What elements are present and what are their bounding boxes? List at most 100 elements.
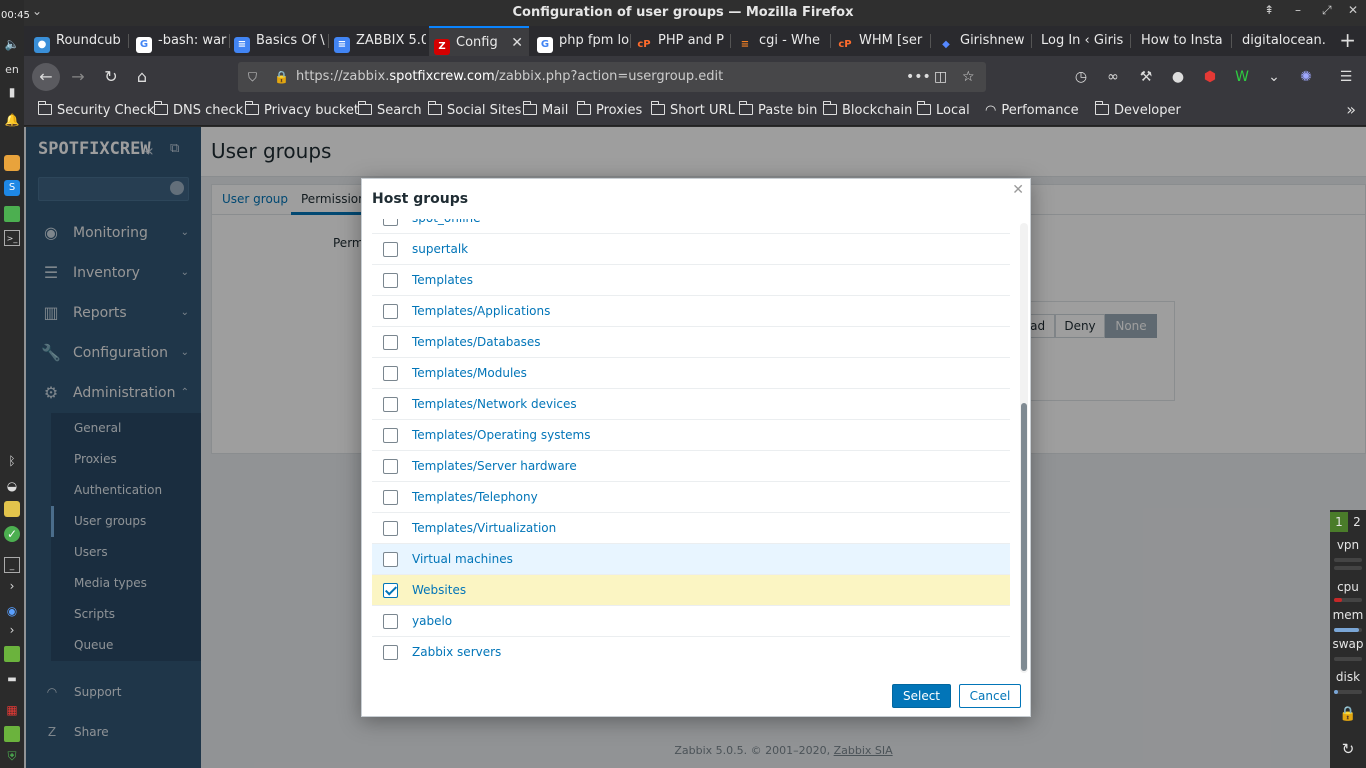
private-mask-icon[interactable]: ∞ — [1103, 67, 1123, 87]
tab-php-and[interactable]: cP PHP and P — [636, 26, 728, 56]
checkbox[interactable] — [383, 552, 398, 567]
tab-how-to-install[interactable]: How to Install — [1141, 26, 1223, 56]
bookmark-paste-bin[interactable]: Paste bin — [739, 101, 817, 118]
list-item[interactable]: spot_online — [372, 219, 1010, 234]
terminal-icon[interactable]: >_ — [4, 230, 20, 246]
list-item[interactable]: Templates — [372, 265, 1010, 296]
list-item[interactable]: Templates/Server hardware — [372, 451, 1010, 482]
list-item[interactable]: Templates/Applications — [372, 296, 1010, 327]
pocket-icon[interactable]: ◫ — [934, 62, 947, 92]
bluetooth-icon[interactable]: ᛒ — [4, 453, 20, 469]
checkbox[interactable] — [383, 219, 398, 226]
list-item[interactable]: Templates/Databases — [372, 327, 1010, 358]
new-tab-plus-icon[interactable]: + — [1339, 28, 1356, 52]
select-button[interactable]: Select — [892, 684, 951, 708]
bookmark-social-sites[interactable]: Social Sites — [428, 101, 521, 118]
modal-close-icon[interactable]: ✕ — [1012, 182, 1024, 198]
tab-log-in-girish[interactable]: Log In ‹ Girish — [1041, 26, 1123, 56]
list-item[interactable]: Virtual machines — [372, 544, 1010, 575]
checkbox[interactable] — [383, 335, 398, 350]
workspace-1[interactable]: 1 — [1330, 512, 1348, 532]
printer-icon[interactable]: ▬ — [4, 672, 20, 688]
tab-roundcube[interactable]: ● Roundcub — [34, 26, 126, 56]
checkbox-checked[interactable] — [383, 583, 398, 598]
list-item[interactable]: Templates/Network devices — [372, 389, 1010, 420]
checkbox[interactable] — [383, 397, 398, 412]
w-ext-icon[interactable]: W — [1232, 67, 1252, 87]
check-icon[interactable]: ✓ — [4, 526, 20, 542]
wrench-icon[interactable]: ⚒ — [1136, 67, 1156, 87]
chevron-right-icon[interactable]: › — [4, 578, 20, 594]
checkbox[interactable] — [383, 428, 398, 443]
window-minimize-icon[interactable]: – — [1295, 3, 1301, 17]
address-bar[interactable]: ⛉ 🔒 https://zabbix.spotfixcrew.com/zabbi… — [238, 62, 986, 92]
list-item[interactable]: supertalk — [372, 234, 1010, 265]
tab-close-icon[interactable]: ✕ — [511, 28, 523, 56]
tracking-shield-icon[interactable]: ⛉ — [248, 62, 257, 92]
bookmark-blockchain[interactable]: Blockchain — [823, 101, 912, 118]
keyboard-layout[interactable]: en — [4, 62, 20, 78]
lock-icon[interactable]: 🔒 — [274, 62, 289, 92]
bookmark-privacy-bucket[interactable]: Privacy bucket — [245, 101, 359, 118]
atom-ext-icon[interactable]: ✺ — [1296, 67, 1316, 87]
swap-label[interactable]: swap — [1330, 637, 1366, 651]
history-icon[interactable]: ◷ — [1071, 67, 1091, 87]
bookmark-mail[interactable]: Mail — [523, 101, 568, 118]
checkbox[interactable] — [383, 459, 398, 474]
page-actions-icon[interactable]: ••• — [906, 62, 931, 92]
terminal-icon-2[interactable]: _ — [4, 557, 20, 573]
tab-digitalocean[interactable]: digitalocean.c — [1242, 26, 1326, 56]
bookmark-security-check[interactable]: Security Check — [38, 101, 155, 118]
tab-cgi-where[interactable]: ≡ cgi - Whe — [737, 26, 829, 56]
vpn-label[interactable]: vpn — [1330, 538, 1366, 552]
app-launcher-icon[interactable] — [4, 155, 20, 171]
list-item[interactable]: Templates/Modules — [372, 358, 1010, 389]
tab-basics-of[interactable]: ≡ Basics Of \ — [234, 26, 326, 56]
camera-icon[interactable] — [4, 206, 20, 222]
tab-configuration-active[interactable]: Z Config ✕ — [429, 26, 529, 56]
checkbox[interactable] — [383, 614, 398, 629]
chevron-right-icon-2[interactable]: › — [4, 622, 20, 638]
firefox-icon[interactable]: ◉ — [4, 603, 20, 619]
tab-zabbix-doc[interactable]: ≡ ZABBIX 5.0 — [334, 26, 426, 56]
disk-label[interactable]: disk — [1330, 670, 1366, 684]
files-icon[interactable] — [4, 726, 20, 742]
notification-icon[interactable]: 🔔 — [4, 112, 20, 128]
checkbox[interactable] — [383, 273, 398, 288]
bookmark-star-icon[interactable]: ☆ — [962, 62, 975, 92]
lock-icon[interactable]: 🔒 — [1330, 706, 1366, 722]
checkbox[interactable] — [383, 242, 398, 257]
window-shade-icon[interactable]: ⇞ — [1264, 3, 1274, 17]
cpu-label[interactable]: cpu — [1330, 580, 1366, 594]
grid-app-icon[interactable]: ▦ — [4, 702, 20, 718]
bookmark-developer[interactable]: Developer — [1095, 101, 1181, 118]
tab-php-fpm[interactable]: Gphp fpm lo — [537, 26, 629, 56]
list-item[interactable]: Templates/Virtualization — [372, 513, 1010, 544]
checkbox[interactable] — [383, 490, 398, 505]
checkbox[interactable] — [383, 304, 398, 319]
workspace-2[interactable]: 2 — [1348, 512, 1366, 532]
window-close-icon[interactable]: ✕ — [1348, 3, 1358, 17]
tab-bash-google[interactable]: G -bash: war — [136, 26, 228, 56]
skype-icon[interactable]: S — [4, 180, 20, 196]
checkbox[interactable] — [383, 366, 398, 381]
circle-ext-icon[interactable]: ● — [1168, 67, 1188, 87]
bookmark-proxies[interactable]: Proxies — [577, 101, 642, 118]
scrollbar-thumb[interactable] — [1021, 403, 1027, 671]
reload-icon[interactable]: ↻ — [97, 63, 125, 91]
bookmark-dns-check[interactable]: DNS check — [154, 101, 243, 118]
bookmarks-overflow-icon[interactable]: » — [1346, 100, 1356, 119]
list-item[interactable]: Templates/Operating systems — [372, 420, 1010, 451]
list-item[interactable]: yabelo — [372, 606, 1010, 637]
bookmark-short-url[interactable]: Short URL — [651, 101, 735, 118]
modal-scrollbar[interactable] — [1020, 223, 1028, 673]
mem-label[interactable]: mem — [1330, 608, 1366, 622]
chevron-ext-icon[interactable]: ⌄ — [1264, 67, 1284, 87]
hamburger-menu-icon[interactable]: ☰ — [1336, 67, 1356, 87]
volume-icon[interactable]: 🔈 — [4, 36, 20, 52]
checkbox[interactable] — [383, 521, 398, 536]
bookmark-perfomance[interactable]: ◠ Perfomance — [985, 103, 1079, 118]
refresh-icon[interactable]: ↻ — [1330, 740, 1366, 758]
list-item[interactable]: Templates/Telephony — [372, 482, 1010, 513]
cancel-button[interactable]: Cancel — [959, 684, 1021, 708]
